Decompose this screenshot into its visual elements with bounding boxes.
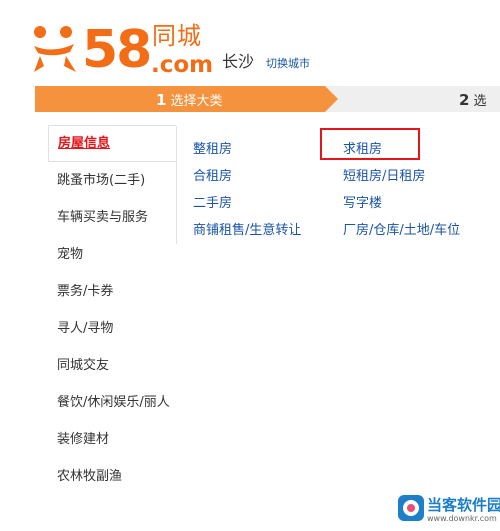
watermark-logo-icon xyxy=(398,495,424,521)
watermark: 当客软件园 www.downkr.com xyxy=(397,494,500,531)
category-item-decoration[interactable]: 装修建材 xyxy=(48,421,176,458)
logo-number: 58 xyxy=(82,20,152,80)
subcategory-factory[interactable]: 厂房/仓库/土地/车位 xyxy=(343,219,460,238)
category-item-flea-market[interactable]: 跳蚤市场(二手) xyxy=(48,162,176,199)
category-item-dating[interactable]: 同城交友 xyxy=(48,347,176,384)
category-list: 房屋信息 跳蚤市场(二手) 车辆买卖与服务 宠物 票务/卡券 寻人/寻物 同城交… xyxy=(48,125,176,495)
category-item-tickets[interactable]: 票务/卡券 xyxy=(48,273,176,310)
subcategory-shared-rent[interactable]: 合租房 xyxy=(193,165,232,184)
logo-text-bottom: .com xyxy=(151,52,214,78)
step-2-label: 2选 xyxy=(459,90,486,109)
category-item-agriculture[interactable]: 农林牧副渔 xyxy=(48,458,176,495)
watermark-url: www.downkr.com xyxy=(427,514,497,523)
step-1-text: 选择大类 xyxy=(170,94,223,109)
category-item-housing[interactable]: 房屋信息 xyxy=(48,125,176,162)
subcategory-whole-rent[interactable]: 整租房 xyxy=(193,138,232,157)
category-item-pets[interactable]: 宠物 xyxy=(48,236,176,273)
step-2-number: 2 xyxy=(459,91,470,109)
step-arrow-icon xyxy=(325,86,338,112)
site-logo[interactable]: 58 同城 .com xyxy=(30,18,215,78)
category-item-lost-found[interactable]: 寻人/寻物 xyxy=(48,310,176,347)
step-1-label: 1 选择大类 xyxy=(156,90,222,109)
step-2-text: 选 xyxy=(473,94,487,109)
logo-text-top: 同城 xyxy=(152,22,202,50)
step-1-number: 1 xyxy=(156,91,167,109)
subcategory-office[interactable]: 写字楼 xyxy=(343,192,382,211)
subcategory-second-hand-house[interactable]: 二手房 xyxy=(193,192,232,211)
switch-city-link[interactable]: 切换城市 xyxy=(266,55,310,71)
category-item-dining[interactable]: 餐饮/休闲娱乐/丽人 xyxy=(48,384,176,421)
highlight-box xyxy=(320,128,420,160)
current-city: 长沙 xyxy=(222,52,255,71)
subcategory-shops[interactable]: 商铺租售/生意转让 xyxy=(193,219,301,238)
category-item-vehicles[interactable]: 车辆买卖与服务 xyxy=(48,199,176,236)
subcategory-short-rent[interactable]: 短租房/日租房 xyxy=(343,165,425,184)
mascot-icon xyxy=(34,26,76,72)
watermark-title: 当客软件园 xyxy=(427,496,500,514)
